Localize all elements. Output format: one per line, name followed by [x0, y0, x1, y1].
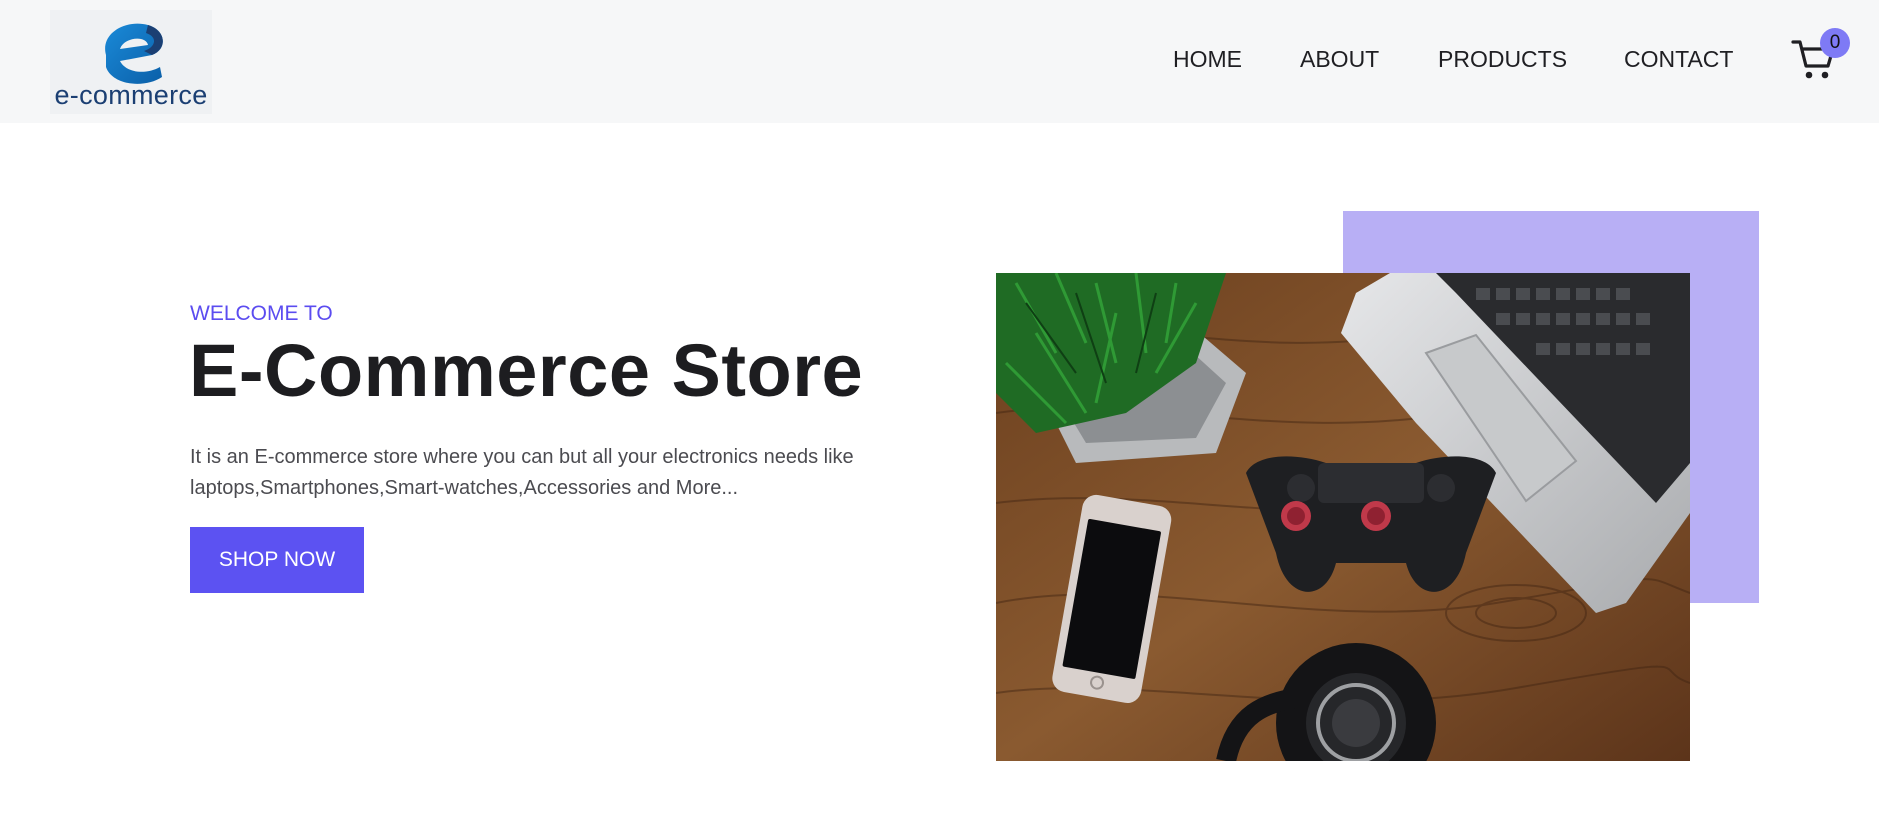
- hero-description: It is an E-commerce store where you can …: [190, 446, 854, 499]
- nav-home[interactable]: HOME: [1173, 46, 1242, 73]
- nav-products[interactable]: PRODUCTS: [1438, 46, 1567, 73]
- navbar: e-commerce HOME ABOUT PRODUCTS CONTACT 0: [0, 0, 1879, 123]
- hero-title: E-Commerce Store: [189, 329, 864, 412]
- hero-image: [996, 273, 1690, 761]
- logo[interactable]: e-commerce: [50, 10, 212, 114]
- logo-text: e-commerce: [54, 80, 208, 110]
- nav-about[interactable]: ABOUT: [1300, 46, 1379, 73]
- nav-contact[interactable]: CONTACT: [1624, 46, 1733, 73]
- cart-count-badge: 0: [1820, 28, 1850, 58]
- e-logo-icon: [105, 23, 163, 84]
- shop-now-button[interactable]: SHOP NOW: [190, 527, 364, 593]
- hero-eyebrow: WELCOME TO: [190, 302, 333, 325]
